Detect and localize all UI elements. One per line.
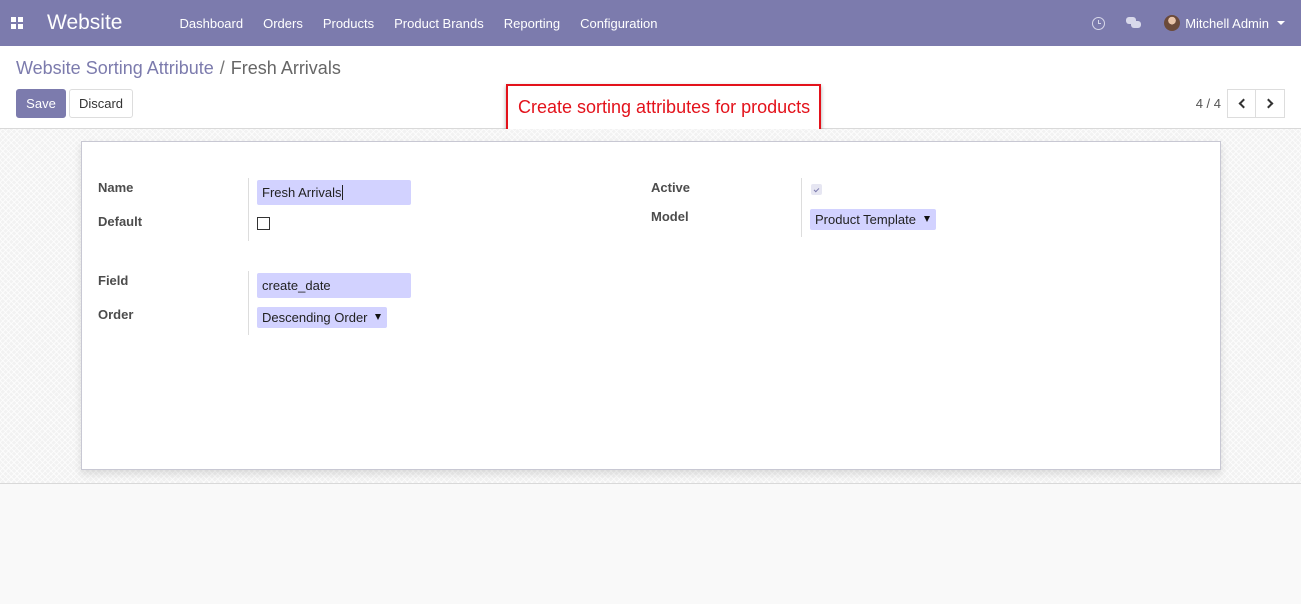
breadcrumb-separator: /	[219, 58, 225, 78]
menu-dashboard[interactable]: Dashboard	[169, 16, 253, 31]
user-menu[interactable]: Mitchell Admin	[1152, 15, 1301, 31]
pager-previous-button[interactable]	[1227, 89, 1256, 118]
name-label: Name	[98, 180, 134, 195]
model-label: Model	[651, 209, 689, 224]
annotation-callout: Create sorting attributes for products	[506, 84, 821, 131]
default-checkbox[interactable]	[257, 217, 270, 230]
default-label: Default	[98, 214, 143, 229]
divider	[248, 178, 249, 241]
divider	[248, 271, 249, 335]
control-panel: Website Sorting Attribute / Fresh Arriva…	[0, 46, 1301, 131]
name-input[interactable]: Fresh Arrivals	[257, 180, 411, 205]
order-label: Order	[98, 307, 134, 322]
apps-menu-icon[interactable]	[0, 0, 34, 46]
form-background: Name Default Fresh Arrivals Active Model…	[0, 129, 1301, 484]
field-input-value: create_date	[262, 278, 331, 293]
user-name: Mitchell Admin	[1185, 15, 1269, 31]
avatar	[1164, 15, 1181, 31]
field-input[interactable]: create_date	[257, 273, 411, 298]
messages-chat-icon[interactable]	[1116, 0, 1152, 46]
app-brand[interactable]: Website	[47, 11, 122, 35]
menu-products[interactable]: Products	[313, 16, 384, 31]
name-input-value: Fresh Arrivals	[262, 185, 342, 200]
top-navbar: Website Dashboard Orders Products Produc…	[0, 0, 1301, 46]
navbar-right: Mitchell Admin	[1080, 0, 1301, 46]
menu-configuration[interactable]: Configuration	[570, 16, 667, 31]
save-button[interactable]: Save	[16, 89, 66, 118]
form-sheet: Name Default Fresh Arrivals Active Model…	[81, 141, 1221, 470]
discard-button[interactable]: Discard	[69, 89, 133, 118]
order-select[interactable]: Descending Order	[257, 307, 387, 328]
field-label: Field	[98, 273, 129, 288]
activity-clock-icon[interactable]	[1080, 0, 1116, 46]
active-label: Active	[651, 180, 691, 195]
breadcrumb-parent-link[interactable]: Website Sorting Attribute	[16, 58, 214, 79]
divider	[801, 178, 802, 237]
menu-product-brands[interactable]: Product Brands	[384, 16, 494, 31]
breadcrumb: Website Sorting Attribute / Fresh Arriva…	[16, 58, 341, 79]
chevron-right-icon	[1263, 98, 1274, 109]
order-select-value: Descending Order	[262, 310, 368, 325]
caret-down-icon	[1277, 21, 1285, 25]
dropdown-arrow-icon	[375, 314, 381, 320]
pager-value[interactable]: 4 / 4	[1196, 96, 1221, 111]
menu-reporting[interactable]: Reporting	[494, 16, 570, 31]
breadcrumb-current: Fresh Arrivals	[230, 58, 341, 78]
pager: 4 / 4	[1196, 89, 1285, 118]
check-icon	[813, 186, 820, 192]
menu-orders[interactable]: Orders	[253, 16, 313, 31]
chevron-left-icon	[1238, 98, 1248, 109]
pager-next-button[interactable]	[1256, 89, 1285, 118]
model-select-value: Product Template	[815, 212, 916, 227]
model-select[interactable]: Product Template	[810, 209, 936, 230]
dropdown-arrow-icon	[924, 216, 930, 222]
main-menu: Dashboard Orders Products Product Brands…	[169, 16, 667, 31]
active-checkbox[interactable]	[811, 184, 822, 195]
